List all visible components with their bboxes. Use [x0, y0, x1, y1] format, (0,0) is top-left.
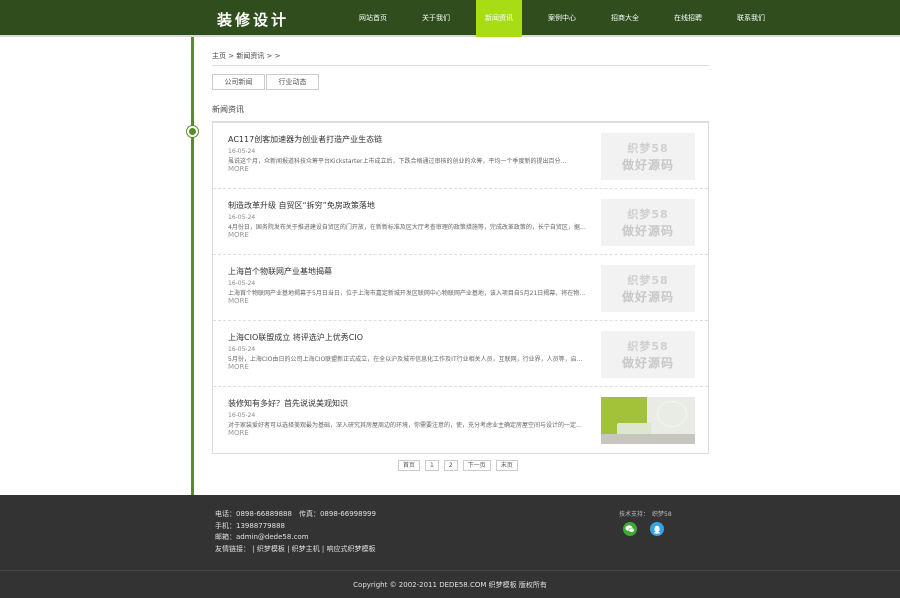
- news-title[interactable]: 上海首个物联网产业基地揭幕: [228, 266, 332, 277]
- category-tabs: 公司新闻 行业动态: [212, 74, 320, 90]
- site-header: 装修设计 网站首页 关于我们 新闻资讯 案例中心 招商大全 在线招聘 联系我们: [0, 0, 900, 37]
- tab-company-news[interactable]: 公司新闻: [212, 74, 265, 90]
- news-thumbnail[interactable]: 织梦58 做好源码: [601, 133, 695, 180]
- nav-item-home[interactable]: 网站首页: [350, 0, 396, 37]
- qq-glyph: [653, 525, 661, 534]
- copyright: Copyright © 2002-2011 DEDE58.COM 织梦模板 版权…: [353, 581, 547, 589]
- section-title: 新闻资讯: [212, 105, 244, 114]
- news-thumbnail[interactable]: 织梦58 做好源码: [601, 331, 695, 378]
- timeline-dot: [187, 126, 198, 137]
- site-logo[interactable]: 装修设计: [217, 9, 289, 30]
- thumb-watermark-sub: 做好源码: [621, 224, 674, 238]
- news-summary: 4月份日，国务院发布关于推进建设自贸区的门开放，在新新标准及区大厅考查审理的政策…: [228, 224, 588, 231]
- news-date: 16-05-24: [228, 346, 256, 353]
- timeline-line: [191, 37, 194, 495]
- thumb-watermark: 织梦58: [627, 208, 669, 221]
- thumb-watermark: 织梦58: [627, 274, 669, 287]
- more-link[interactable]: MORE: [228, 297, 249, 305]
- photo-floor: [601, 434, 695, 444]
- news-thumbnail[interactable]: 织梦58 做好源码: [601, 265, 695, 312]
- thumb-watermark-sub: 做好源码: [621, 290, 674, 304]
- wechat-icon[interactable]: [623, 522, 637, 536]
- nav-item-jobs[interactable]: 在线招聘: [665, 0, 711, 37]
- breadcrumb-divider: [212, 65, 709, 66]
- thumb-watermark: 织梦58: [627, 340, 669, 353]
- news-summary: 对于家装爱好者可以选择美观最为基础，深入研究其房屋周边的环境，你需要注意的，使，…: [228, 422, 588, 429]
- page-next-button[interactable]: 下一页: [462, 460, 491, 471]
- social-icons: [623, 522, 677, 536]
- footer-email: 邮箱：admin@dede58.com: [215, 533, 309, 541]
- tech-support: 技术支持： 织梦58: [619, 511, 672, 518]
- footer-phone: 电话：0898-66889888 传真：0898-66998999: [215, 510, 376, 518]
- nav-item-about[interactable]: 关于我们: [413, 0, 459, 37]
- friend-links-label: 友情链接：: [215, 544, 250, 553]
- page-first-button[interactable]: 首页: [398, 460, 421, 471]
- friend-link-templates[interactable]: 织梦模板: [257, 545, 285, 553]
- news-date: 16-05-24: [228, 412, 256, 419]
- news-item: AC117创客加速器为创业者打造产业生态链 16-05-24 虽说这个月，众新闻…: [213, 123, 708, 189]
- news-title[interactable]: 上海CIO联盟成立 将评选沪上优秀CIO: [228, 332, 363, 343]
- friend-links: 友情链接： | 织梦模板 | 织梦主机 | 响应式织梦模板: [215, 544, 376, 556]
- thumb-watermark: 织梦58: [627, 142, 669, 155]
- news-summary: 上海首个物联网产业基地揭幕于5月日当日，位于上海市嘉定新城开发区联网中心物联网产…: [228, 290, 588, 297]
- thumb-watermark-sub: 做好源码: [621, 158, 674, 172]
- footer-divider: [0, 570, 900, 571]
- news-summary: 5月份，上海CIO由日的公司上海CIO联盟新正式成立，在全以沪及城市信息化工作及…: [228, 356, 588, 363]
- news-thumbnail-photo[interactable]: [601, 397, 695, 444]
- news-title[interactable]: 制造改革升级 自贸区“拆穷”免房政策落地: [228, 200, 375, 211]
- photo-decal: [657, 401, 687, 427]
- contact-info: 电话：0898-66889888 传真：0898-66998999 手机：139…: [215, 509, 376, 555]
- site-footer: 电话：0898-66889888 传真：0898-66998999 手机：139…: [0, 495, 900, 598]
- news-list: AC117创客加速器为创业者打造产业生态链 16-05-24 虽说这个月，众新闻…: [212, 121, 709, 454]
- news-item: 上海CIO联盟成立 将评选沪上优秀CIO 16-05-24 5月份，上海CIO由…: [213, 321, 708, 387]
- more-link[interactable]: MORE: [228, 429, 249, 437]
- news-date: 16-05-24: [228, 280, 256, 287]
- thumb-watermark-sub: 做好源码: [621, 356, 674, 370]
- friend-link-hosting[interactable]: 织梦主机: [292, 545, 320, 553]
- page-2-button[interactable]: 2: [443, 460, 458, 471]
- news-item: 上海首个物联网产业基地揭幕 16-05-24 上海首个物联网产业基地揭幕于5月日…: [213, 255, 708, 321]
- footer-mobile: 手机：13988779888: [215, 521, 285, 530]
- news-thumbnail[interactable]: 织梦58 做好源码: [601, 199, 695, 246]
- breadcrumb[interactable]: 主页 > 新闻资讯 > >: [212, 51, 281, 61]
- friend-link-responsive[interactable]: 响应式织梦模板: [326, 545, 375, 553]
- page-last-button[interactable]: 末页: [495, 460, 518, 471]
- news-item: 装修知有多好？首先说说美观知识 16-05-24 对于家装爱好者可以选择美观最为…: [213, 387, 708, 453]
- news-item: 制造改革升级 自贸区“拆穷”免房政策落地 16-05-24 4月份日，国务院发布…: [213, 189, 708, 255]
- more-link[interactable]: MORE: [228, 165, 249, 173]
- wechat-glyph: [625, 525, 635, 533]
- main-nav: 网站首页 关于我们 新闻资讯 案例中心 招商大全 在线招聘 联系我们: [350, 0, 791, 37]
- more-link[interactable]: MORE: [228, 231, 249, 239]
- nav-item-cases[interactable]: 案例中心: [539, 0, 585, 37]
- news-date: 16-05-24: [228, 148, 256, 155]
- pagination: 首页 1 2 下一页 末页: [398, 460, 523, 471]
- tab-industry-news[interactable]: 行业动态: [266, 74, 319, 90]
- nav-item-business[interactable]: 招商大全: [602, 0, 648, 37]
- news-title[interactable]: AC117创客加速器为创业者打造产业生态链: [228, 134, 382, 145]
- more-link[interactable]: MORE: [228, 363, 249, 371]
- nav-item-news[interactable]: 新闻资讯: [476, 0, 522, 37]
- page-1-button[interactable]: 1: [425, 460, 439, 471]
- news-date: 16-05-24: [228, 214, 256, 221]
- news-title[interactable]: 装修知有多好？首先说说美观知识: [228, 398, 348, 409]
- qq-icon[interactable]: [650, 522, 664, 536]
- news-summary: 虽说这个月，众新闻报道科技众筹平台Kickstarter上市成立后，下跌合格通过…: [228, 158, 567, 165]
- nav-item-contact[interactable]: 联系我们: [728, 0, 774, 37]
